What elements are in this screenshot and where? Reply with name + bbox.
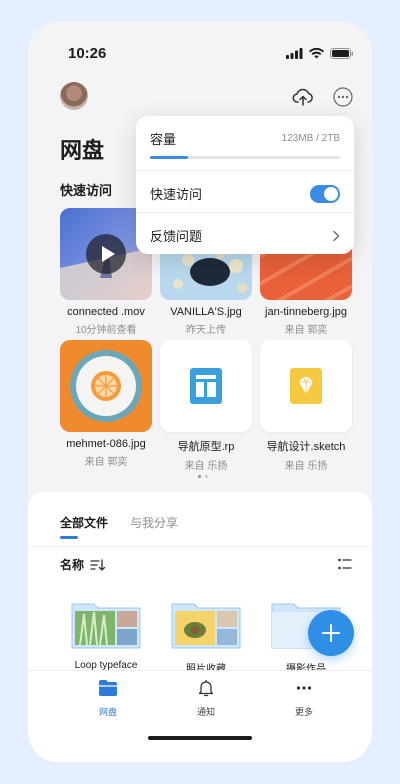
tab-shared-with-me[interactable]: 与我分享 xyxy=(130,514,178,531)
quick-access-toggle-row[interactable]: 快速访问 xyxy=(150,184,340,203)
sort-control[interactable]: 名称 xyxy=(60,556,106,573)
play-icon[interactable] xyxy=(85,233,127,275)
folder-thumbnail xyxy=(70,600,142,650)
page-indicator xyxy=(198,475,208,478)
chevron-right-icon xyxy=(333,230,340,241)
bell-icon xyxy=(198,679,214,697)
more-dots-icon xyxy=(296,686,312,690)
tab-all-files[interactable]: 全部文件 xyxy=(60,514,108,539)
phone-screen: 10:26 网盘 快速访问 connected .mov 10分钟前查看 VAN… xyxy=(28,22,372,762)
folder-item[interactable]: 照片收藏 xyxy=(170,600,242,675)
image-preview xyxy=(70,350,142,422)
file-card[interactable]: 导航设计.sketch 来自 乐扬 xyxy=(260,340,352,472)
cloud-upload-icon[interactable] xyxy=(292,86,314,108)
file-name: jan-tinneberg.jpg xyxy=(265,306,347,318)
capacity-bar xyxy=(150,156,340,159)
tab-bar-item-more[interactable]: 更多 xyxy=(274,679,334,718)
divider xyxy=(28,546,372,547)
tab-bar-label: 更多 xyxy=(294,707,313,717)
sort-label: 名称 xyxy=(60,558,85,572)
folder-thumbnail xyxy=(170,600,242,650)
ellipsis-circle-icon[interactable] xyxy=(332,86,354,108)
divider xyxy=(136,170,354,171)
folder-icon xyxy=(99,680,117,696)
toggle-knob xyxy=(324,186,338,201)
add-button[interactable] xyxy=(308,610,354,656)
file-name: 导航原型.rp xyxy=(177,441,235,453)
settings-popover: 容量 123MB / 2TB 快速访问 反馈问题 xyxy=(136,116,354,254)
sketch-file-icon xyxy=(290,368,322,404)
quick-access-toggle-label: 快速访问 xyxy=(150,187,203,202)
signal-icon xyxy=(286,48,303,59)
file-meta: 来自 乐扬 xyxy=(284,461,328,472)
sketch-file-thumbnail xyxy=(260,340,352,432)
file-meta: 来自 乐扬 xyxy=(184,461,228,472)
battery-icon xyxy=(330,48,354,59)
plus-icon xyxy=(322,624,340,642)
image-thumbnail xyxy=(60,340,152,432)
sort-icon[interactable] xyxy=(90,558,106,571)
wifi-icon xyxy=(309,48,324,59)
tab-bar-item-disk[interactable]: 网盘 xyxy=(78,679,138,718)
file-name: VANILLA'S.jpg xyxy=(170,306,242,318)
page-dot xyxy=(205,475,208,478)
file-name: 导航设计.sketch xyxy=(266,441,346,453)
capacity-value: 123MB / 2TB xyxy=(281,133,340,144)
file-tabs: 全部文件 与我分享 xyxy=(60,514,178,539)
file-card[interactable]: 导航原型.rp 来自 乐扬 xyxy=(160,340,252,472)
tab-bar-label: 网盘 xyxy=(98,707,117,717)
status-time: 10:26 xyxy=(68,45,107,62)
file-meta: 10分钟前查看 xyxy=(75,325,137,336)
feedback-label: 反馈问题 xyxy=(150,229,203,244)
divider xyxy=(136,212,354,213)
capacity-label: 容量 xyxy=(150,132,177,147)
folder-icon xyxy=(71,603,141,649)
quick-access-toggle[interactable] xyxy=(310,184,340,203)
capacity-bar-fill xyxy=(150,156,188,159)
status-bar: 10:26 xyxy=(28,22,372,62)
avatar[interactable] xyxy=(60,82,88,110)
tab-bar-label: 通知 xyxy=(196,707,215,717)
prototype-file-icon xyxy=(190,368,222,404)
file-meta: 昨天上传 xyxy=(186,325,226,336)
folder-icon xyxy=(171,603,241,649)
quick-access-title: 快速访问 xyxy=(60,183,113,198)
feedback-row[interactable]: 反馈问题 xyxy=(150,226,340,245)
file-meta: 来自 郭奕 xyxy=(84,457,128,468)
file-meta: 来自 郭奕 xyxy=(284,325,328,336)
home-indicator xyxy=(148,736,252,740)
folder-item[interactable]: Loop typeface xyxy=(70,600,142,671)
file-name: mehmet-086.jpg xyxy=(66,438,146,450)
page-title: 网盘 xyxy=(60,138,105,163)
file-card[interactable]: mehmet-086.jpg 来自 郭奕 xyxy=(60,340,152,468)
tab-bar: 网盘 通知 更多 xyxy=(28,670,372,762)
tab-bar-item-notifications[interactable]: 通知 xyxy=(176,679,236,718)
file-name: connected .mov xyxy=(67,306,145,318)
capacity-row: 容量 123MB / 2TB xyxy=(150,129,340,148)
list-view-icon[interactable] xyxy=(338,558,352,570)
rp-file-thumbnail xyxy=(160,340,252,432)
page-dot-active xyxy=(198,475,201,478)
